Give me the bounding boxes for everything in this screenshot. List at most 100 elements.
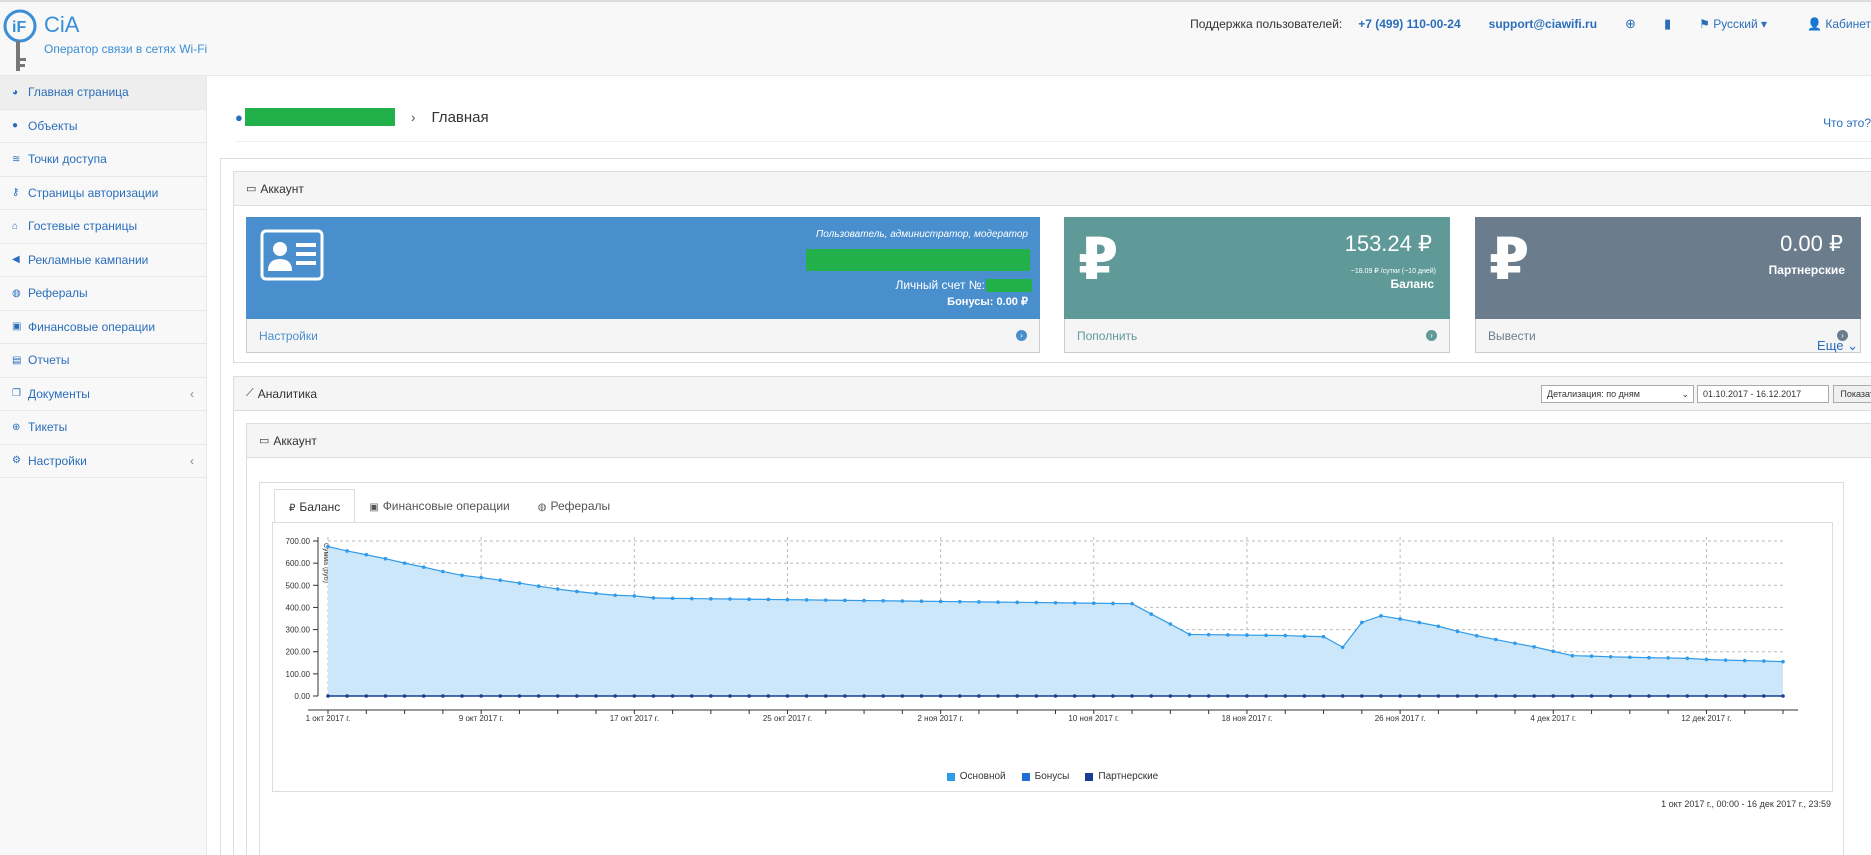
legend-label: Бонусы xyxy=(1034,771,1070,782)
tab-balance[interactable]: ₽ Баланс xyxy=(274,489,356,523)
account-panel: ▭ Аккаунт Пользователь, администратор, м… xyxy=(233,171,1871,363)
data-point-main xyxy=(1130,601,1134,606)
legend-swatch xyxy=(1085,772,1094,781)
data-point-main xyxy=(1513,641,1517,646)
what-is-this-link[interactable]: Что это? xyxy=(1823,116,1871,130)
data-point-main xyxy=(1494,637,1498,642)
arrow-circle-right-icon: › xyxy=(1016,330,1027,341)
username-redacted[interactable] xyxy=(244,108,395,126)
data-point-partner xyxy=(1302,694,1307,698)
data-point-partner xyxy=(1781,694,1785,698)
arrow-circle-right-icon: › xyxy=(1426,330,1437,341)
top-right-menu: Поддержка пользователей: +7 (499) 110-00… xyxy=(1190,16,1871,32)
y-tick-label: 500.00 xyxy=(286,581,311,590)
legend-swatch xyxy=(946,772,955,781)
ruble-icon: ₽ xyxy=(1078,225,1119,293)
withdraw-link[interactable]: Вывести xyxy=(1488,329,1536,343)
data-point-partner xyxy=(1340,694,1345,698)
language-dropdown[interactable]: ⚑ Русский ▾ xyxy=(1699,17,1767,31)
data-point-partner xyxy=(1187,694,1192,698)
sidebar-item-financial-operations[interactable]: ▣ Финансовые операции xyxy=(0,311,206,344)
data-point-partner xyxy=(345,694,349,698)
sidebar-item-settings[interactable]: ⚙ Настройки ‹ xyxy=(0,445,206,478)
cabinet-label: Кабинет xyxy=(1825,17,1871,31)
data-point-partner xyxy=(1704,694,1709,698)
y-tick-label: 0.00 xyxy=(294,692,310,701)
data-point-partner xyxy=(1551,694,1556,698)
bonuses-row: Бонусы: 0.00 ₽ xyxy=(947,295,1028,308)
top-up-link[interactable]: Пополнить xyxy=(1077,329,1137,343)
more-label: Еще xyxy=(1817,338,1844,353)
logo-subtitle: Оператор связи в сетях Wi-Fi xyxy=(44,42,208,56)
data-point-partner xyxy=(728,694,732,698)
data-point-main xyxy=(938,599,943,604)
sidebar-item-label: Финансовые операции xyxy=(28,319,156,334)
sidebar-item-label: Страницы авторизации xyxy=(28,185,159,200)
y-tick-label: 400.00 xyxy=(286,603,311,612)
username-redacted xyxy=(806,249,1030,271)
support-phone-link[interactable]: +7 (499) 110-00-24 xyxy=(1358,17,1460,31)
data-point-main xyxy=(900,599,905,603)
data-point-partner xyxy=(536,694,541,698)
data-point-partner xyxy=(1608,694,1613,698)
balance-card-footer[interactable]: Пополнить › xyxy=(1064,319,1450,353)
data-point-main xyxy=(1168,622,1173,626)
data-point-partner xyxy=(1226,694,1230,698)
lifebuoy-icon[interactable]: ⊕ xyxy=(1625,16,1636,32)
book-icon[interactable]: ▮ xyxy=(1664,16,1671,32)
logo[interactable]: iF CiA Оператор связи в сетях Wi-Fi xyxy=(0,4,210,76)
data-point-main xyxy=(1474,633,1479,638)
data-point-partner xyxy=(689,694,694,698)
cabinet-menu[interactable]: 👤 Кабинет xyxy=(1807,17,1871,31)
legend-item-bonuses[interactable]: Бонусы xyxy=(1021,771,1070,782)
data-point-main xyxy=(804,598,809,602)
tab-financial-operations[interactable]: ▣ Финансовые операции xyxy=(355,489,524,523)
account-number-label: Личный счет №: xyxy=(895,278,985,292)
sidebar-item-home[interactable]: ◕ Главная страница xyxy=(0,76,206,110)
sidebar-item-ad-campaigns[interactable]: ◀ Рекламные кампании xyxy=(0,244,206,277)
sidebar-item-documents[interactable]: ❐ Документы ‹ xyxy=(0,378,206,411)
partner-card-footer[interactable]: Вывести › xyxy=(1475,319,1861,353)
account-number-redacted xyxy=(986,278,1032,292)
data-point-main xyxy=(460,573,464,578)
balance-per-day: ~18.09 ₽ /сутки (~10 дней) xyxy=(1350,268,1436,275)
x-tick-label: 18 ноя 2017 г. xyxy=(1222,714,1273,723)
date-range-input[interactable]: 01.10.2017 - 16.12.2017 xyxy=(1697,385,1829,403)
show-button[interactable]: Показать xyxy=(1833,385,1871,403)
more-link[interactable]: Еще ⌄ xyxy=(1817,338,1858,354)
sidebar-item-access-points[interactable]: ≋ Точки доступа xyxy=(0,143,206,177)
legend-item-partner[interactable]: Партнерские xyxy=(1085,771,1158,782)
sidebar-item-guest-pages[interactable]: ⌂ Гостевые страницы xyxy=(0,210,206,244)
tab-referrals[interactable]: ◍ Рефералы xyxy=(524,489,624,523)
data-point-main xyxy=(613,593,617,598)
chevron-left-icon: ‹ xyxy=(190,453,194,468)
data-point-partner xyxy=(651,694,656,698)
sidebar-item-reports[interactable]: ▤ Отчеты xyxy=(0,344,206,378)
data-point-partner xyxy=(785,694,790,698)
data-point-main xyxy=(1226,633,1230,637)
data-point-main xyxy=(1321,634,1326,639)
data-point-partner xyxy=(996,694,1000,698)
data-point-main xyxy=(1398,617,1402,621)
x-tick-label: 10 ноя 2017 г. xyxy=(1068,714,1119,723)
settings-link[interactable]: Настройки xyxy=(259,329,318,343)
sidebar-item-tickets[interactable]: ⊕ Тикеты xyxy=(0,411,206,445)
detail-select[interactable]: Детализация: по дням ⌄ xyxy=(1541,385,1694,403)
data-point-partner xyxy=(1474,694,1479,698)
sidebar-item-objects[interactable]: ● Объекты xyxy=(0,110,206,143)
chart-tabs: ₽ Баланс ▣ Финансовые операции ◍ Рефералы xyxy=(274,489,624,523)
data-point-main xyxy=(402,561,407,565)
y-tick-label: 200.00 xyxy=(286,648,311,657)
sidebar-item-referrals[interactable]: ◍ Рефералы xyxy=(0,277,206,311)
legend-item-main[interactable]: Основной xyxy=(946,771,1006,782)
user-icon: ● xyxy=(235,109,243,125)
data-point-partner xyxy=(670,694,675,698)
user-card-footer[interactable]: Настройки › xyxy=(246,319,1040,353)
data-point-partner xyxy=(1513,694,1517,698)
sidebar-item-auth-pages[interactable]: ⚷ Страницы авторизации xyxy=(0,177,206,210)
data-point-main xyxy=(536,584,541,588)
x-tick-label: 4 дек 2017 г. xyxy=(1530,714,1576,723)
support-email-link[interactable]: support@ciawifi.ru xyxy=(1489,17,1597,31)
data-point-partner xyxy=(1111,694,1115,698)
data-point-main xyxy=(670,596,675,601)
